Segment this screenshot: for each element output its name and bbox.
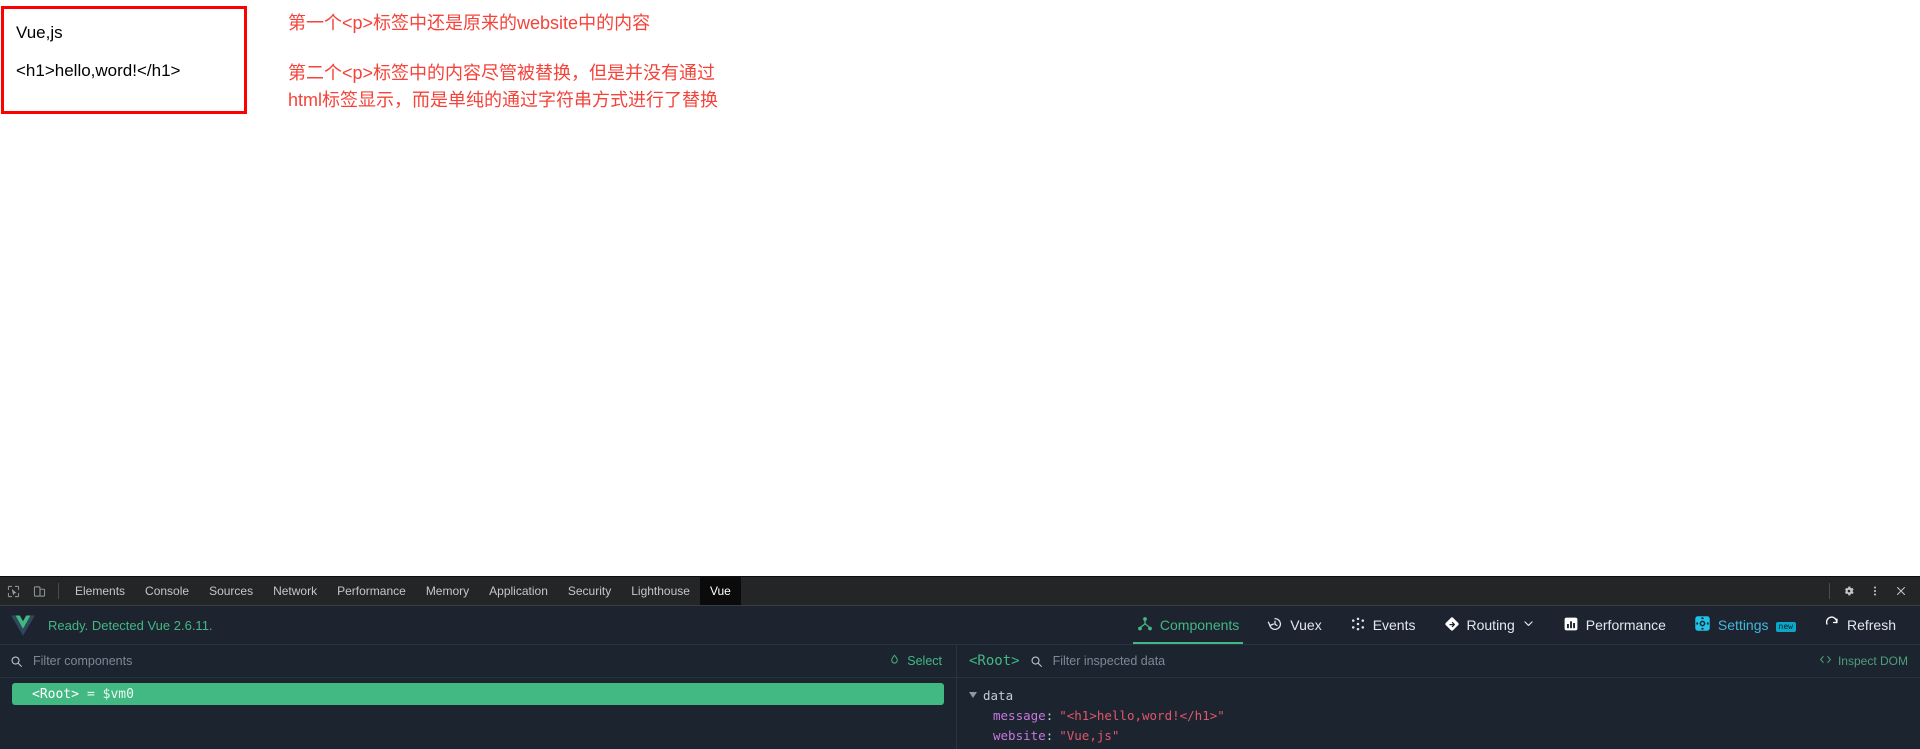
performance-icon (1563, 616, 1579, 635)
search-icon (10, 655, 23, 668)
actions-divider (1829, 583, 1830, 599)
vue-nav-events-label: Events (1372, 617, 1416, 633)
devtools-tab-vue[interactable]: Vue (699, 577, 741, 605)
inspector-filter-row: <Root> Inspect DOM (957, 645, 1920, 678)
vue-nav: Components Vuex Events Routing Performan… (1123, 606, 1920, 644)
routing-icon (1444, 616, 1460, 635)
close-icon[interactable] (1888, 577, 1914, 605)
refresh-icon (1824, 615, 1840, 635)
browser-viewport: Vue,js <h1>hello,word!</h1> 第一个<p>标签中还是原… (0, 0, 1920, 576)
components-filter-row: Select (0, 645, 956, 678)
devtools-tab-elements[interactable]: Elements (65, 577, 135, 605)
component-tree: <Root> = $vm0 (0, 678, 956, 705)
chevron-down-icon[interactable] (1522, 617, 1535, 633)
vue-logo (10, 614, 36, 636)
components-pane: Select <Root> = $vm0 (0, 645, 957, 749)
inspect-dom-label: Inspect DOM (1837, 654, 1908, 668)
devtools-panel: Elements Console Sources Network Perform… (0, 576, 1920, 749)
vue-nav-routing-label: Routing (1466, 617, 1515, 633)
kebab-menu-icon[interactable] (1862, 577, 1888, 605)
gear-icon[interactable] (1836, 577, 1862, 605)
settings-new-badge: new (1775, 622, 1796, 632)
component-name: <Root> (32, 686, 79, 702)
device-toolbar-icon[interactable] (26, 577, 52, 605)
data-prop-value: "Vue,js" (1059, 727, 1120, 743)
vue-nav-performance-label: Performance (1585, 617, 1666, 633)
rendered-output-box: Vue,js <h1>hello,word!</h1> (1, 6, 247, 114)
crosshair-icon (888, 653, 901, 670)
output-line-message: <h1>hello,word!</h1> (16, 61, 181, 80)
devtools-tab-network[interactable]: Network (263, 577, 327, 605)
vue-nav-settings[interactable]: Settings new (1680, 606, 1810, 644)
annotation-first: 第一个<p>标签中还是原来的website中的内容 (288, 13, 651, 33)
filter-inspected-data-input[interactable] (1052, 654, 1818, 668)
devtools-tab-memory[interactable]: Memory (416, 577, 479, 605)
data-prop-key: website (993, 727, 1046, 743)
data-prop-colon: : (1045, 727, 1054, 743)
vuex-history-icon (1267, 616, 1283, 635)
vue-devtools-header: Ready. Detected Vue 2.6.11. Components V… (0, 606, 1920, 645)
component-vm-ref: = $vm0 (86, 686, 134, 702)
events-icon (1350, 616, 1366, 635)
data-prop-colon: : (1045, 707, 1054, 723)
vue-status-text: Ready. Detected Vue 2.6.11. (48, 617, 213, 633)
data-group-name: data (983, 687, 1014, 703)
devtools-tab-security[interactable]: Security (558, 577, 621, 605)
code-brackets-icon (1818, 653, 1833, 669)
select-label: Select (907, 654, 942, 668)
devtools-tab-console[interactable]: Console (135, 577, 199, 605)
inspected-data-tree: data message : "<h1>hello,word!</h1>" we… (957, 678, 1920, 745)
vue-nav-components[interactable]: Components (1123, 606, 1253, 644)
vue-nav-settings-label: Settings (1717, 617, 1769, 633)
component-tree-row-root[interactable]: <Root> = $vm0 (12, 683, 944, 705)
data-prop-value: "<h1>hello,word!</h1>" (1059, 707, 1225, 723)
vue-devtools-body: Select <Root> = $vm0 <Root> (0, 645, 1920, 749)
data-prop-message[interactable]: message : "<h1>hello,word!</h1>" (967, 705, 1920, 725)
filter-components-input[interactable] (33, 654, 889, 668)
devtools-tabbar: Elements Console Sources Network Perform… (0, 577, 1920, 606)
vue-nav-vuex[interactable]: Vuex (1253, 606, 1335, 644)
data-group-header[interactable]: data (967, 685, 1920, 705)
vue-nav-components-label: Components (1159, 617, 1240, 633)
select-component-button[interactable]: Select (888, 653, 942, 670)
caret-down-icon[interactable] (969, 692, 977, 698)
data-prop-website[interactable]: website : "Vue,js" (967, 725, 1920, 745)
vue-nav-refresh[interactable]: Refresh (1810, 606, 1910, 644)
vue-nav-routing[interactable]: Routing (1430, 606, 1549, 644)
vue-nav-performance[interactable]: Performance (1549, 606, 1680, 644)
devtools-tab-lighthouse[interactable]: Lighthouse (621, 577, 700, 605)
annotation-second: 第二个<p>标签中的内容尽管被替换，但是并没有通过 html标签显示，而是单纯的… (288, 63, 719, 110)
vue-nav-vuex-label: Vuex (1290, 617, 1322, 633)
inspect-element-icon[interactable] (0, 577, 26, 605)
toolbar-divider (58, 583, 59, 599)
devtools-tab-application[interactable]: Application (479, 577, 558, 605)
inspect-dom-button[interactable]: Inspect DOM (1818, 653, 1908, 669)
data-prop-key: message (993, 707, 1046, 723)
devtools-tabbar-actions (1823, 577, 1920, 605)
settings-icon (1694, 615, 1711, 635)
vue-nav-events[interactable]: Events (1336, 606, 1430, 644)
inspected-component-label: <Root> (969, 653, 1020, 669)
components-icon (1137, 616, 1153, 635)
vue-nav-refresh-label: Refresh (1846, 617, 1896, 633)
devtools-tab-performance[interactable]: Performance (327, 577, 416, 605)
devtools-tab-sources[interactable]: Sources (199, 577, 263, 605)
annotation-group: 第一个<p>标签中还是原来的website中的内容 第二个<p>标签中的内容尽管… (288, 10, 988, 114)
inspector-pane: <Root> Inspect DOM (957, 645, 1920, 749)
search-icon-inspector (1030, 655, 1043, 668)
output-line-website: Vue,js (16, 23, 63, 42)
